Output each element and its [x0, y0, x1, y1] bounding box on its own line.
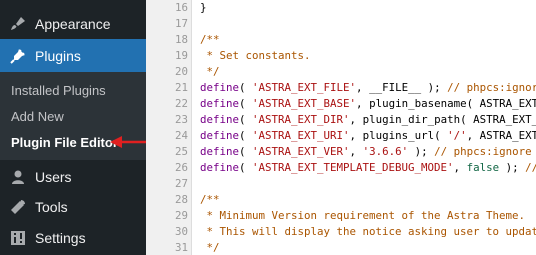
code-line: 23 define( 'ASTRA_EXT_DIR', plugin_dir_pa… — [146, 112, 536, 128]
submenu-plugin-file-editor[interactable]: Plugin File Editor — [11, 135, 118, 150]
admin-sidebar: Appearance Plugins Installed Plugins Add… — [0, 0, 146, 255]
code-line: 20 */ — [146, 64, 536, 80]
menu-label-users: Users — [35, 168, 72, 185]
line-number: 25 — [174, 145, 188, 158]
code-line: 29 * Minimum Version requirement of the … — [146, 208, 536, 224]
code-text: */ — [200, 241, 220, 254]
code-editor[interactable]: 16} 17 18/** 19 * Set constants. 20 */21 defi… — [146, 0, 536, 255]
line-number: 17 — [174, 17, 188, 30]
line-number: 29 — [174, 209, 188, 222]
code-line: 28 /** — [146, 192, 536, 208]
code-line: 17 — [146, 16, 536, 32]
settings-icon — [9, 229, 27, 247]
code-line: 24 define( 'ASTRA_EXT_URI', plugins_url( … — [146, 128, 536, 144]
line-number: 19 — [174, 49, 188, 62]
menu-label-tools: Tools — [35, 198, 68, 215]
users-icon — [9, 168, 27, 186]
code-text: /** — [200, 33, 220, 46]
wrench-icon — [9, 198, 27, 216]
code-text: define( 'ASTRA_EXT_TEMPLATE_DEBUG_MODE',… — [200, 161, 536, 174]
menu-item-settings[interactable]: Settings — [0, 221, 146, 254]
line-number: 22 — [174, 97, 188, 110]
code-line: 27 — [146, 176, 536, 192]
menu-item-appearance[interactable]: Appearance — [0, 7, 146, 40]
line-number: 23 — [174, 113, 188, 126]
line-number: 18 — [174, 33, 188, 46]
menu-label-plugins: Plugins — [35, 47, 81, 64]
code-text: * Set constants. — [200, 49, 311, 62]
menu-label-settings: Settings — [35, 229, 86, 246]
submenu-add-new[interactable]: Add New — [11, 109, 64, 124]
code-text: /** — [200, 193, 220, 206]
menu-item-tools[interactable]: Tools — [0, 190, 146, 223]
submenu-installed-plugins[interactable]: Installed Plugins — [11, 83, 106, 98]
code-text: define( 'ASTRA_EXT_URI', plugins_url( '/… — [200, 129, 536, 142]
code-line: 26 define( 'ASTRA_EXT_TEMPLATE_DEBUG_MODE… — [146, 160, 536, 176]
line-number: 28 — [174, 193, 188, 206]
code-line: 30 * This will display the notice asking… — [146, 224, 536, 240]
code-text: */ — [200, 65, 220, 78]
code-text: define( 'ASTRA_EXT_VER', '3.6.6' ); // p… — [200, 145, 536, 158]
code-line: 25 define( 'ASTRA_EXT_VER', '3.6.6' ); //… — [146, 144, 536, 160]
code-text: define( 'ASTRA_EXT_BASE', plugin_basenam… — [200, 97, 536, 110]
code-text: * This will display the notice asking us… — [200, 225, 536, 238]
code-text: } — [200, 1, 207, 14]
line-number: 24 — [174, 129, 188, 142]
code-text: define( 'ASTRA_EXT_DIR', plugin_dir_path… — [200, 113, 536, 126]
code-text: * Minimum Version requirement of the Ast… — [200, 209, 526, 222]
code-line: 31 */ — [146, 240, 536, 255]
line-number: 20 — [174, 65, 188, 78]
line-number: 30 — [174, 225, 188, 238]
code-line: 21 define( 'ASTRA_EXT_FILE', __FILE__ ); … — [146, 80, 536, 96]
code-text: define( 'ASTRA_EXT_FILE', __FILE__ ); //… — [200, 81, 536, 94]
code-line: 19 * Set constants. — [146, 48, 536, 64]
paintbrush-icon — [9, 15, 27, 33]
line-number: 26 — [174, 161, 188, 174]
line-number: 27 — [174, 177, 188, 190]
plugin-icon — [9, 47, 27, 65]
code-line: 18 /** — [146, 32, 536, 48]
menu-label-appearance: Appearance — [35, 15, 111, 32]
line-number: 21 — [174, 81, 188, 94]
line-number: 16 — [174, 1, 188, 14]
line-number: 31 — [174, 241, 188, 254]
menu-item-plugins[interactable]: Plugins — [0, 39, 146, 72]
code-line: 22 define( 'ASTRA_EXT_BASE', plugin_basen… — [146, 96, 536, 112]
code-line: 16} — [146, 0, 536, 16]
menu-item-users[interactable]: Users — [0, 160, 146, 193]
